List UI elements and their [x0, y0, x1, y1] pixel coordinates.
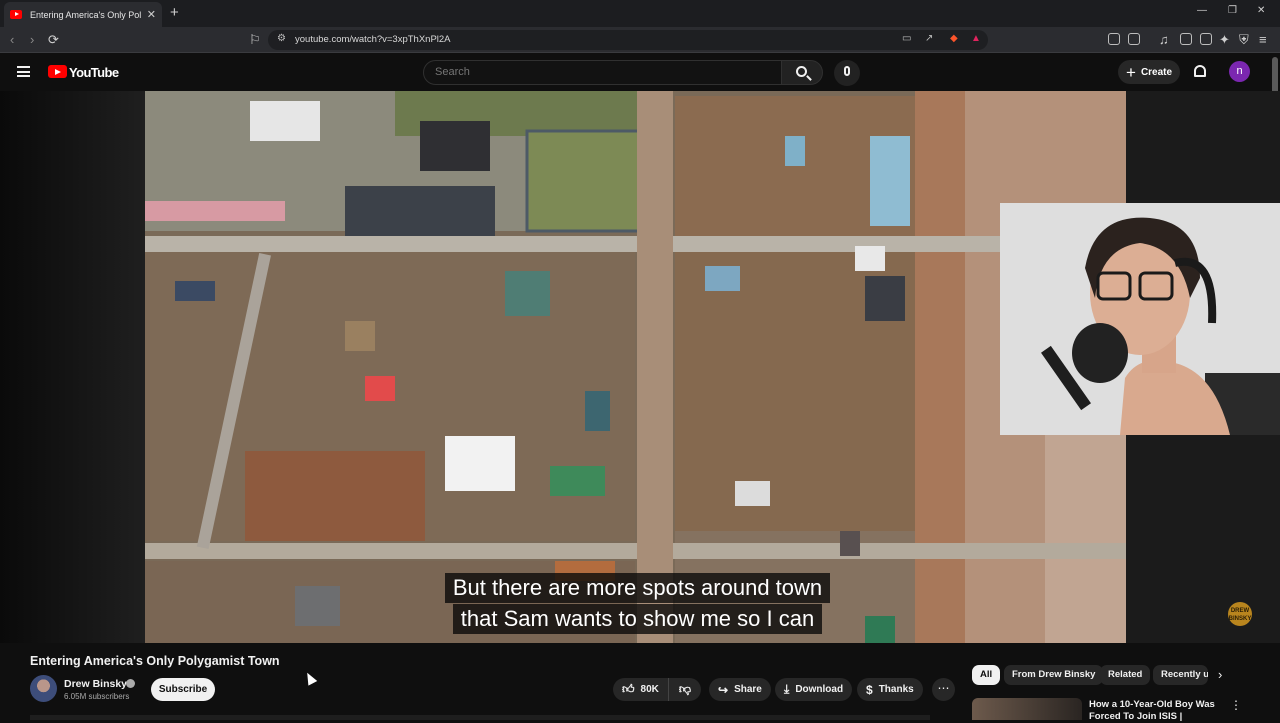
dislike-button[interactable]: 👎︎	[669, 678, 701, 701]
restore-button[interactable]: ❐	[1228, 5, 1237, 16]
close-window-button[interactable]: ✕	[1257, 5, 1265, 16]
share-page-icon[interactable]: ↗	[925, 33, 933, 44]
browser-toolbar: ‹ › ⟳ ⚐ ⚙ youtube.com/watch?v=3xpThXnPl2…	[0, 27, 1280, 53]
create-label: Create	[1140, 66, 1173, 78]
chip-related[interactable]: Related	[1100, 665, 1151, 685]
youtube-favicon-icon	[10, 10, 22, 19]
like-count: 80K	[640, 684, 659, 695]
wallet-icon[interactable]	[1128, 33, 1140, 45]
recommendation-menu-icon[interactable]: ⋮	[1230, 698, 1242, 712]
search-button[interactable]	[781, 60, 823, 85]
thanks-icon: $	[866, 682, 873, 697]
verified-badge-icon	[126, 679, 135, 688]
minimize-button[interactable]: —	[1197, 5, 1207, 16]
chip-all[interactable]: All	[972, 665, 1001, 685]
youtube-logo-text[interactable]: YouTube	[69, 65, 119, 80]
download-button[interactable]: ⤓ Download	[775, 678, 853, 701]
like-button[interactable]: 👍︎ 80K	[613, 678, 669, 701]
search-input[interactable]	[435, 66, 755, 78]
forward-icon[interactable]: ›	[30, 32, 34, 47]
search-box[interactable]	[423, 60, 782, 85]
thanks-label: Thanks	[878, 684, 914, 695]
guide-menu-icon[interactable]	[17, 66, 30, 77]
install-app-icon[interactable]: ▭	[902, 33, 911, 44]
address-bar[interactable]: ⚙ youtube.com/watch?v=3xpThXnPl2A ▭ ↗ ◆ …	[268, 30, 988, 50]
download-label: Download	[795, 684, 844, 695]
video-player[interactable]: But there are more spots around town tha…	[0, 91, 1280, 643]
description-box-edge	[30, 715, 930, 720]
video-title: Entering America's Only Polygamist Town	[30, 654, 280, 668]
player-backdrop-left	[0, 91, 145, 643]
chevron-right-icon[interactable]: ›	[1218, 667, 1222, 682]
share-label: Share	[734, 684, 762, 695]
sidebar-icon[interactable]	[1180, 33, 1192, 45]
microphone-icon	[844, 66, 850, 76]
thanks-button[interactable]: $ Thanks	[857, 678, 923, 701]
youtube-logo-icon[interactable]	[48, 65, 67, 78]
browser-tab-bar: Entering America's Only Polygamist Town …	[0, 0, 1280, 27]
recommendation-thumbnail[interactable]	[972, 698, 1082, 720]
back-icon[interactable]: ‹	[10, 32, 14, 47]
like-dislike-group: 👍︎ 80K 👎︎	[613, 678, 701, 701]
recommendation-title[interactable]: How a 10-Year-Old Boy Was Forced To Join…	[1089, 699, 1219, 723]
new-tab-button[interactable]: +	[170, 4, 179, 21]
channel-avatar[interactable]	[30, 675, 57, 702]
tab-title: Entering America's Only Polygamist Town	[30, 9, 141, 20]
vpn-icon[interactable]: ⛨	[1239, 32, 1249, 48]
video-frame-aerial-town[interactable]	[145, 91, 1126, 643]
webcam-overlay	[1000, 203, 1280, 435]
menu-icon[interactable]: ≡	[1259, 32, 1267, 47]
youtube-masthead: YouTube + Create n	[0, 53, 1280, 91]
chip-from-drew-binsky[interactable]: From Drew Binsky	[1004, 665, 1104, 685]
more-actions-button[interactable]: ⋯	[932, 678, 955, 701]
mouse-cursor-icon	[302, 670, 318, 686]
leo-ai-icon[interactable]: ✦	[1219, 32, 1230, 48]
brave-shield-icon[interactable]: ◆	[950, 33, 958, 44]
caption-line-1: But there are more spots around town	[444, 573, 831, 603]
bookmark-icon[interactable]: ⚐	[249, 32, 261, 48]
download-icon: ⤓	[784, 682, 790, 696]
site-info-icon[interactable]: ⚙	[277, 33, 286, 44]
voice-search-button[interactable]	[834, 60, 860, 86]
share-icon: ↪	[718, 682, 729, 697]
search-icon	[796, 66, 807, 77]
rewards-icon[interactable]: ▲	[971, 33, 981, 44]
subscriber-count: 6.05M subscribers	[64, 692, 130, 701]
thumbs-down-icon: 👎︎	[678, 682, 692, 696]
channel-watermark[interactable]: DREW BINSKY	[1228, 602, 1252, 626]
create-button[interactable]: + Create	[1118, 60, 1180, 84]
captions-window: But there are more spots around town tha…	[424, 573, 851, 635]
music-icon[interactable]: ♫	[1159, 32, 1169, 47]
tab-close-icon[interactable]: ✕	[147, 8, 156, 21]
wallet-2-icon[interactable]	[1200, 33, 1212, 45]
thumbs-up-icon: 👍︎	[622, 682, 635, 696]
extensions-icon[interactable]	[1108, 33, 1120, 45]
account-avatar[interactable]: n	[1229, 61, 1250, 82]
share-button[interactable]: ↪ Share	[709, 678, 771, 701]
url-text[interactable]: youtube.com/watch?v=3xpThXnPl2A	[295, 34, 451, 45]
plus-icon: +	[1126, 62, 1136, 82]
browser-tab[interactable]: Entering America's Only Polygamist Town …	[4, 2, 162, 27]
channel-name[interactable]: Drew Binsky	[64, 678, 127, 690]
chip-recently-uploaded[interactable]: Recently u	[1153, 665, 1208, 685]
reload-icon[interactable]: ⟳	[48, 32, 59, 48]
notifications-bell-icon[interactable]	[1194, 65, 1206, 77]
subscribe-button[interactable]: Subscribe	[151, 678, 215, 701]
caption-line-2: that Sam wants to show me so I can	[452, 604, 823, 634]
